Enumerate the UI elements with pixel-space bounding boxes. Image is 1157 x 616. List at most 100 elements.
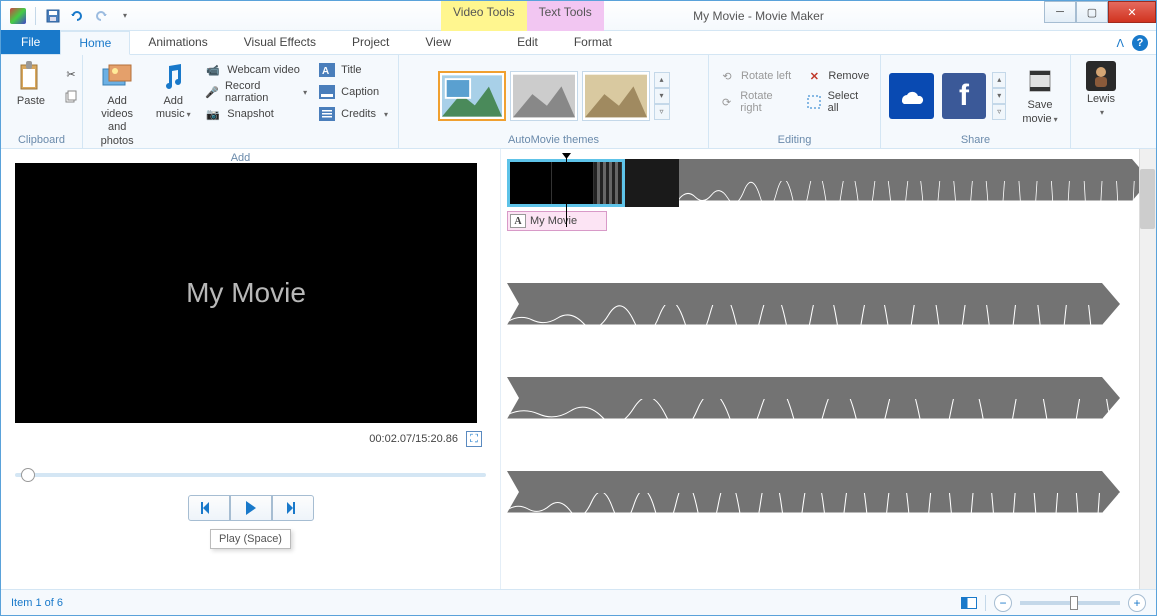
- group-label-share: Share: [887, 132, 1064, 146]
- rotate-right-button: ⟳Rotate right: [715, 91, 798, 113]
- text-tools-tab[interactable]: Text Tools: [527, 1, 604, 31]
- audio-track-4[interactable]: [507, 471, 1120, 513]
- ribbon-collapse-icon[interactable]: ᐱ: [1116, 37, 1124, 50]
- avatar-icon: [1086, 61, 1116, 91]
- playhead[interactable]: [566, 157, 567, 227]
- webcam-video-button[interactable]: 📹Webcam video: [201, 59, 311, 81]
- theme-default[interactable]: [438, 71, 506, 121]
- rotate-left-icon: ⟲: [719, 68, 735, 84]
- share-down-icon[interactable]: ▾: [992, 88, 1006, 104]
- add-videos-photos-button[interactable]: Add videos and photos: [89, 59, 145, 150]
- remove-button[interactable]: ✕Remove: [802, 65, 874, 87]
- seek-thumb[interactable]: [21, 468, 35, 482]
- gallery-up-icon[interactable]: ▴: [654, 72, 670, 88]
- window-title: My Movie - Movie Maker: [693, 9, 824, 23]
- save-movie-button[interactable]: Save movie▾: [1016, 63, 1064, 127]
- zoom-in-button[interactable]: +: [1128, 594, 1146, 612]
- theme-sepia[interactable]: [510, 71, 578, 121]
- timecode: 00:02.07/15:20.86: [369, 433, 458, 445]
- ribbon: Paste ✂ Clipboard Add videos and photos …: [1, 55, 1156, 149]
- timeline-scrollbar[interactable]: [1139, 149, 1156, 589]
- view-mode-icon[interactable]: [961, 597, 977, 609]
- next-frame-button[interactable]: [272, 495, 314, 521]
- help-icon[interactable]: ?: [1132, 35, 1148, 51]
- tab-format[interactable]: Format: [556, 30, 630, 54]
- music-note-icon: [157, 61, 189, 93]
- video-clip[interactable]: [625, 159, 679, 207]
- audio-track-1[interactable]: [679, 159, 1150, 201]
- tab-project[interactable]: Project: [334, 30, 407, 54]
- audio-track-3[interactable]: [507, 377, 1120, 419]
- caption-button[interactable]: Caption: [315, 81, 392, 103]
- credits-button[interactable]: Credits▾: [315, 103, 392, 125]
- zoom-out-button[interactable]: −: [994, 594, 1012, 612]
- status-text: Item 1 of 6: [11, 597, 63, 609]
- preview-title-text: My Movie: [186, 277, 306, 309]
- prev-frame-button[interactable]: [188, 495, 230, 521]
- file-tab[interactable]: File: [1, 30, 60, 54]
- account-button[interactable]: Lewis▾: [1077, 59, 1125, 121]
- camera-icon: 📷: [205, 106, 221, 122]
- cut-button[interactable]: ✂: [59, 63, 83, 85]
- preview-screen[interactable]: My Movie: [15, 163, 477, 423]
- preview-pane: My Movie 00:02.07/15:20.86 ⛶ Play (Space…: [1, 149, 501, 589]
- remove-icon: ✕: [806, 68, 822, 84]
- group-label-clipboard: Clipboard: [7, 132, 76, 146]
- qat-customize-icon[interactable]: ▾: [114, 5, 136, 27]
- gallery-down-icon[interactable]: ▾: [654, 88, 670, 104]
- share-onedrive-button[interactable]: [889, 73, 934, 119]
- group-label-themes: AutoMovie themes: [405, 132, 702, 146]
- rotate-left-button: ⟲Rotate left: [715, 65, 798, 87]
- quick-access-toolbar: ▾: [1, 5, 136, 27]
- snapshot-button[interactable]: 📷Snapshot: [201, 103, 311, 125]
- caption-icon: [319, 84, 335, 100]
- copy-icon: [63, 88, 79, 104]
- minimize-button[interactable]: ─: [1044, 1, 1076, 23]
- audio-track-2[interactable]: [507, 283, 1120, 325]
- add-music-button[interactable]: Add music▾: [149, 59, 197, 123]
- onedrive-icon: [896, 86, 926, 106]
- photos-icon: [101, 61, 133, 93]
- share-more-icon[interactable]: ▿: [992, 104, 1006, 120]
- undo-icon[interactable]: [66, 5, 88, 27]
- title-clip[interactable]: A My Movie: [507, 211, 607, 231]
- tab-animations[interactable]: Animations: [130, 30, 225, 54]
- zoom-thumb[interactable]: [1070, 596, 1078, 610]
- tab-home[interactable]: Home: [60, 31, 130, 55]
- group-label-editing: Editing: [715, 132, 874, 146]
- title-button[interactable]: ATitle: [315, 59, 392, 81]
- maximize-button[interactable]: ▢: [1076, 1, 1108, 23]
- content-area: My Movie 00:02.07/15:20.86 ⛶ Play (Space…: [1, 149, 1156, 589]
- select-all-button[interactable]: Select all: [802, 91, 874, 113]
- scrollbar-thumb[interactable]: [1140, 169, 1155, 229]
- copy-button[interactable]: [59, 85, 83, 107]
- webcam-icon: 📹: [205, 62, 221, 78]
- status-bar: Item 1 of 6 − +: [1, 589, 1156, 615]
- close-button[interactable]: ✕: [1108, 1, 1156, 23]
- redo-icon[interactable]: [90, 5, 112, 27]
- zoom-slider[interactable]: [1020, 601, 1120, 605]
- save-icon[interactable]: [42, 5, 64, 27]
- facebook-icon: f: [959, 79, 969, 113]
- theme-bw[interactable]: [582, 71, 650, 121]
- video-tools-tab[interactable]: Video Tools: [441, 1, 527, 31]
- app-icon[interactable]: [7, 5, 29, 27]
- ribbon-tabs: File Home Animations Visual Effects Proj…: [1, 31, 1156, 55]
- tab-edit[interactable]: Edit: [499, 30, 556, 54]
- fullscreen-icon[interactable]: ⛶: [466, 431, 482, 447]
- play-button[interactable]: [230, 495, 272, 521]
- record-narration-button[interactable]: 🎤Record narration▾: [201, 81, 311, 103]
- svg-text:A: A: [322, 66, 329, 77]
- seek-bar[interactable]: [15, 473, 486, 477]
- tab-visual-effects[interactable]: Visual Effects: [226, 30, 334, 54]
- tab-view[interactable]: View: [407, 30, 469, 54]
- timeline-pane[interactable]: A My Movie: [501, 149, 1156, 589]
- title-icon: A: [319, 62, 335, 78]
- paste-button[interactable]: Paste: [7, 59, 55, 110]
- gallery-more-icon[interactable]: ▿: [654, 104, 670, 120]
- scissors-icon: ✂: [63, 66, 79, 82]
- credits-icon: [319, 106, 335, 122]
- rotate-right-icon: ⟳: [719, 94, 734, 110]
- share-facebook-button[interactable]: f: [942, 73, 987, 119]
- share-up-icon[interactable]: ▴: [992, 72, 1006, 88]
